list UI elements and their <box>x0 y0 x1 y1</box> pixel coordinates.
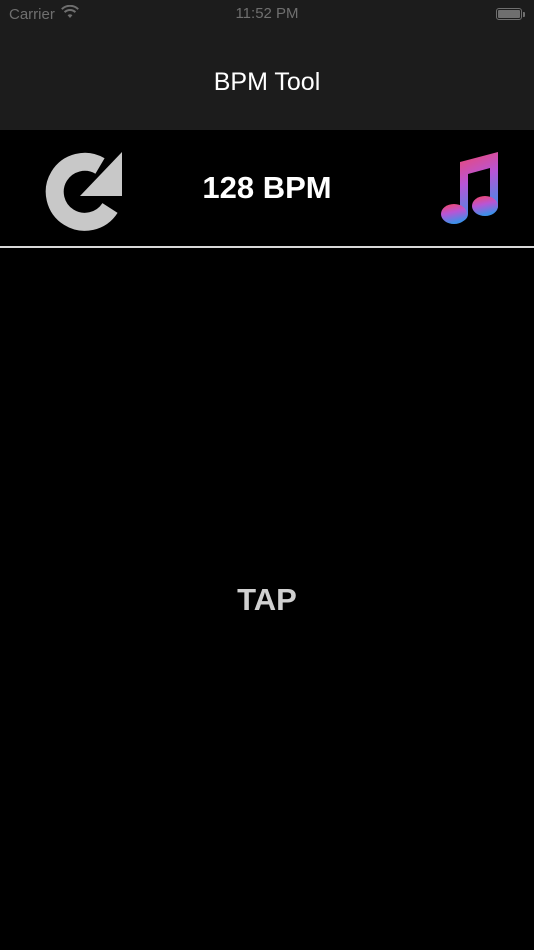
battery-icon <box>496 8 525 20</box>
music-button[interactable] <box>438 148 504 228</box>
status-time: 11:52 PM <box>235 5 299 22</box>
tap-label: TAP <box>237 582 297 617</box>
status-bar: Carrier 11:52 PM <box>0 0 534 30</box>
page-title: BPM Tool <box>213 68 321 96</box>
tap-area[interactable]: TAP <box>0 248 534 950</box>
navigation-bar: BPM Tool <box>0 30 534 130</box>
bpm-toolbar: 128 BPM <box>0 130 534 248</box>
music-note-icon <box>441 152 498 224</box>
